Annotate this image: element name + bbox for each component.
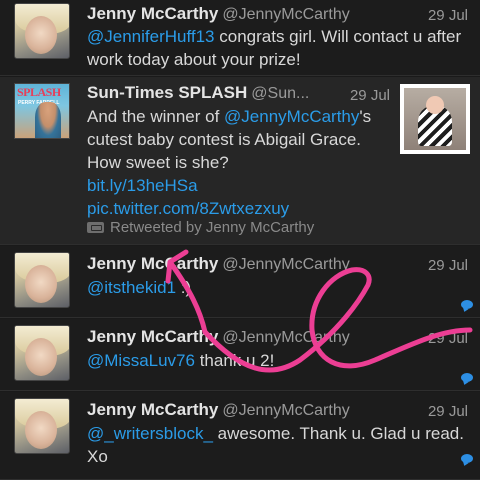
mention-link[interactable]: @itsthekid1: [87, 278, 176, 297]
tweet-time: 29 Jul: [427, 257, 468, 274]
retweet-icon: [87, 222, 104, 233]
avatar[interactable]: [14, 398, 70, 454]
conversation-icon[interactable]: [461, 300, 473, 309]
avatar[interactable]: SPLASH PERRY FARRELL: [14, 83, 70, 139]
author-handle: @JennyMcCarthy: [222, 329, 350, 346]
author-name: Jenny McCarthy: [87, 400, 219, 419]
author-name: Jenny McCarthy: [87, 327, 219, 346]
magazine-masthead: SPLASH: [17, 85, 61, 99]
tweet-text: @MissaLuv76 thank u 2!: [87, 351, 275, 370]
mention-link[interactable]: @_writersblock_: [87, 424, 213, 443]
tweet-time: 29 Jul: [349, 87, 390, 104]
tweet-item[interactable]: Jenny McCarthy @JennyMcCarthy 29 Jul @_wr…: [0, 392, 480, 480]
author-name: Sun-Times SPLASH: [87, 83, 248, 102]
tweet-time: 29 Jul: [427, 7, 468, 24]
retweeted-by: Retweeted by Jenny McCarthy: [87, 219, 314, 236]
conversation-icon[interactable]: [461, 454, 473, 463]
photo-link[interactable]: pic.twitter.com/8Zwtxezxuy: [87, 197, 392, 220]
tweet-text: And the winner of @JennyMcCarthy's cutes…: [87, 105, 392, 220]
tweet-item[interactable]: Jenny McCarthy @JennyMcCarthy 29 Jul @Jen…: [0, 0, 480, 76]
tweet-text: @JenniferHuff13 congrats girl. Will cont…: [87, 27, 462, 69]
conversation-icon[interactable]: [461, 373, 473, 382]
photo-thumbnail[interactable]: [400, 84, 470, 154]
mention-link[interactable]: @JennyMcCarthy: [224, 107, 359, 126]
author-name: Jenny McCarthy: [87, 254, 219, 273]
short-link[interactable]: bit.ly/13heHSa: [87, 174, 392, 197]
tweet-time: 29 Jul: [427, 403, 468, 420]
timeline: Jenny McCarthy @JennyMcCarthy 29 Jul @Jen…: [0, 0, 480, 480]
tweet-item[interactable]: Jenny McCarthy @JennyMcCarthy 29 Jul @Mis…: [0, 319, 480, 391]
mention-link[interactable]: @JenniferHuff13: [87, 27, 215, 46]
tweet-item[interactable]: Jenny McCarthy @JennyMcCarthy 29 Jul @its…: [0, 246, 480, 318]
author-handle: @JennyMcCarthy: [222, 256, 350, 273]
tweet-text: @_writersblock_ awesome. Thank u. Glad u…: [87, 424, 464, 466]
avatar[interactable]: [14, 252, 70, 308]
author-handle: @JennyMcCarthy: [222, 402, 350, 419]
mention-link[interactable]: @MissaLuv76: [87, 351, 195, 370]
avatar[interactable]: [14, 325, 70, 381]
author-name: Jenny McCarthy: [87, 4, 219, 23]
tweet-time: 29 Jul: [427, 330, 468, 347]
tweet-text: @itsthekid1 :): [87, 278, 192, 297]
author-handle: @JennyMcCarthy: [222, 6, 350, 23]
avatar[interactable]: [14, 3, 70, 59]
author-handle: @Sun...: [251, 85, 310, 102]
